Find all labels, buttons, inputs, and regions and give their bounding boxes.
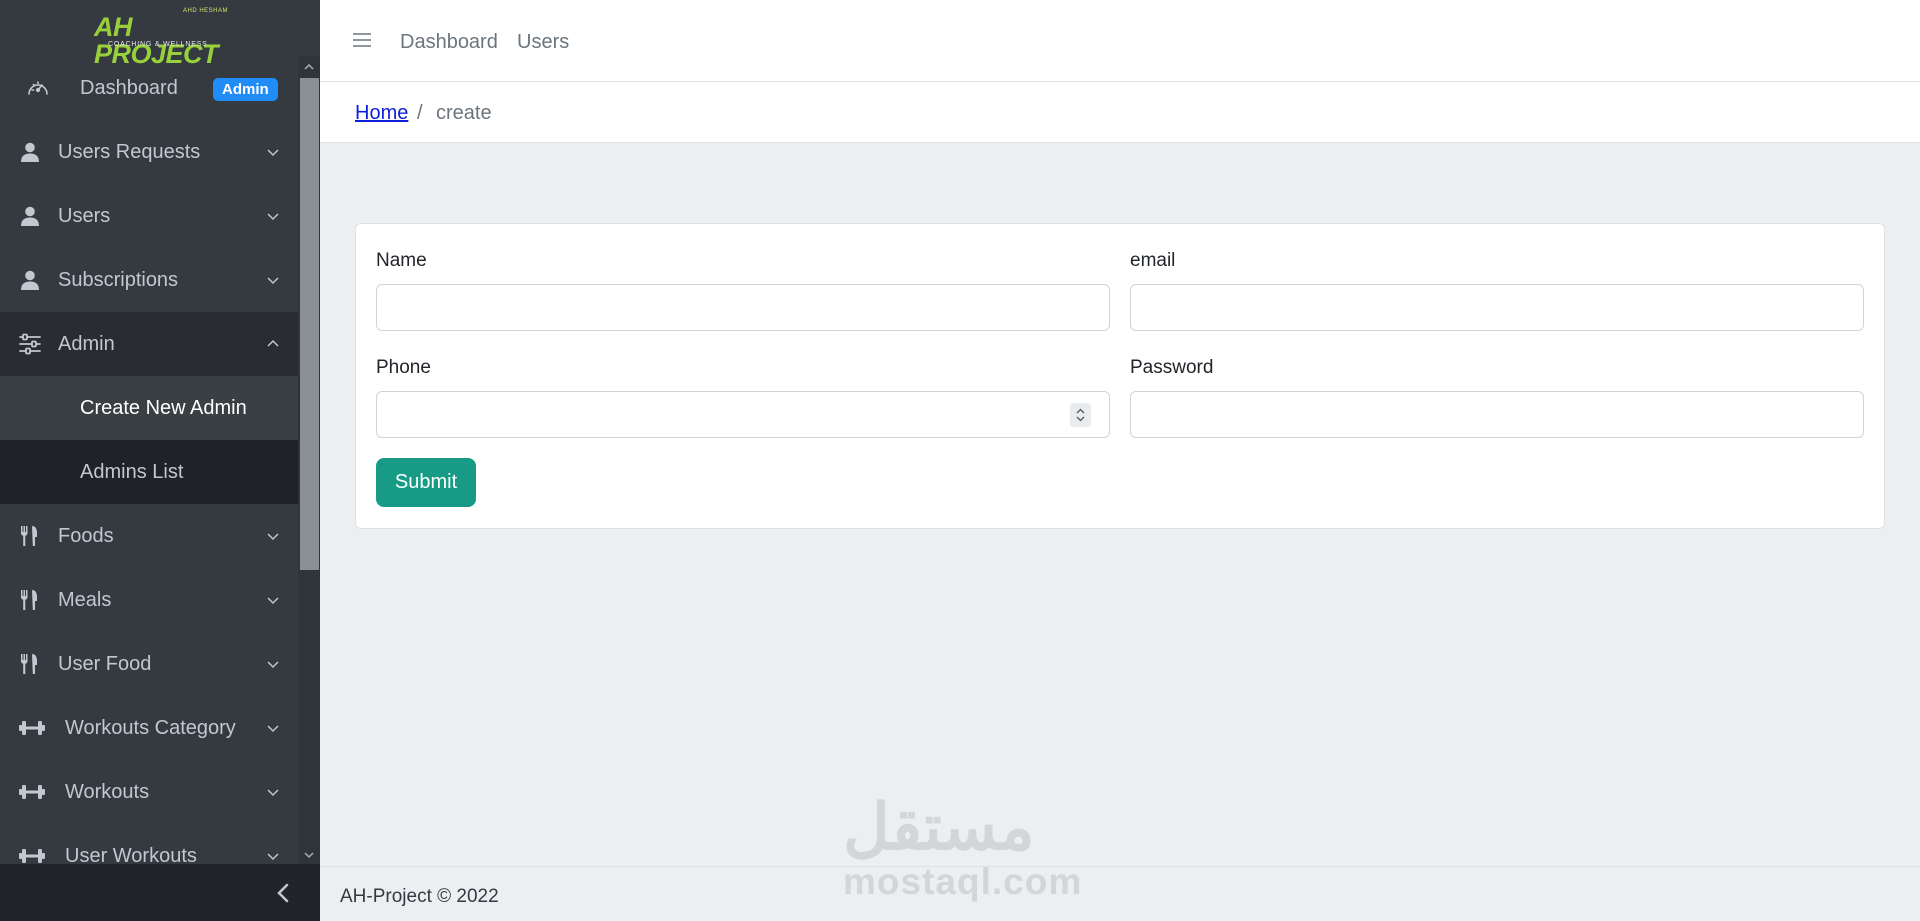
breadcrumb [320, 82, 1920, 143]
create-admin-card [355, 223, 1885, 529]
sidebar-item-subscriptions[interactable]: Subscriptions [0, 248, 298, 312]
password-field[interactable] [1130, 391, 1864, 438]
phone-field[interactable] [376, 391, 1110, 438]
dumbbell-icon [19, 785, 45, 799]
user-icon [21, 270, 39, 290]
breadcrumb-separator: / [417, 102, 423, 124]
brand[interactable]: AHD HESHAM AH PROJECT COACHING & WELLNES… [0, 0, 320, 68]
sidebar-menu: Dashboard Admin Users Requests Users Sub… [0, 56, 298, 864]
sidebar-item-user-food[interactable]: User Food [0, 632, 298, 696]
sidebar-item-label: Subscriptions [58, 268, 179, 291]
sidebar-item-label: Users Requests [58, 140, 201, 163]
email-field[interactable] [1130, 284, 1864, 331]
sidebar-subitem-label: Admins List [80, 460, 184, 483]
dumbbell-icon [19, 849, 45, 863]
sidebar-subitem-label: Create New Admin [80, 396, 247, 419]
sidebar-subitem-create-new-admin[interactable]: Create New Admin [0, 376, 298, 440]
submit-button[interactable]: Submit [376, 458, 476, 507]
sidebar-item-label: Meals [58, 588, 112, 611]
chevron-down-icon [267, 853, 279, 861]
sidebar-item-label: Foods [58, 524, 114, 547]
chevron-up-icon [267, 339, 279, 347]
email-label: email [1130, 250, 1176, 271]
sidebar-item-label: Workouts Category [65, 716, 236, 739]
name-field[interactable] [376, 284, 1110, 331]
sidebar-item-label: Dashboard [80, 76, 178, 99]
sidebar-item-label: User Workouts [65, 844, 197, 865]
brand-sub-text: COACHING & WELLNESS [108, 41, 208, 48]
chevron-down-icon [267, 661, 279, 669]
watermark-latin: mostaql.com [843, 861, 1083, 902]
scroll-down-icon[interactable] [303, 849, 315, 861]
sidebar-item-workouts-category[interactable]: Workouts Category [0, 696, 298, 760]
stepper-arrows-icon [1076, 408, 1085, 422]
admin-badge: Admin [213, 78, 278, 101]
chevron-down-icon [267, 149, 279, 157]
breadcrumb-current: create [436, 102, 492, 124]
name-label: Name [376, 250, 427, 271]
sidebar-scrollbar-thumb[interactable] [300, 78, 319, 570]
sidebar-item-label: User Food [58, 652, 152, 675]
footer [320, 866, 1920, 921]
sidebar-item-user-workouts[interactable]: User Workouts [0, 824, 298, 864]
nav-link-users[interactable]: Users [517, 31, 569, 54]
sidebar-item-foods[interactable]: Foods [0, 504, 298, 568]
utensils-icon [21, 590, 37, 610]
breadcrumb-home-link[interactable]: Home [355, 102, 408, 125]
hamburger-menu-icon[interactable] [353, 32, 371, 48]
sidebar-item-meals[interactable]: Meals [0, 568, 298, 632]
sidebar-item-admin[interactable]: Admin [0, 312, 298, 376]
phone-label: Phone [376, 357, 431, 378]
sidebar-item-workouts[interactable]: Workouts [0, 760, 298, 824]
sidebar-collapse-bar [0, 864, 320, 921]
chevron-down-icon [267, 213, 279, 221]
sidebar-item-dashboard[interactable]: Dashboard Admin [0, 56, 298, 120]
sidebar-item-label: Workouts [65, 780, 150, 803]
utensils-icon [21, 526, 37, 546]
sidebar-item-users-requests[interactable]: Users Requests [0, 120, 298, 184]
sidebar-item-users[interactable]: Users [0, 184, 298, 248]
sliders-icon [19, 333, 41, 355]
footer-copyright: AH-Project © 2022 [340, 886, 499, 907]
chevron-down-icon [267, 725, 279, 733]
user-icon [21, 206, 39, 226]
speedometer-icon [28, 81, 48, 95]
password-label: Password [1130, 357, 1214, 378]
brand-logo[interactable]: AHD HESHAM AH PROJECT COACHING & WELLNES… [94, 8, 228, 68]
chevron-down-icon [267, 789, 279, 797]
scroll-up-icon[interactable] [303, 61, 315, 73]
sidebar: AHD HESHAM AH PROJECT COACHING & WELLNES… [0, 0, 320, 921]
user-icon [21, 142, 39, 162]
sidebar-item-label: Admin [58, 332, 115, 355]
phone-number-stepper[interactable] [1070, 403, 1091, 427]
utensils-icon [21, 654, 37, 674]
sidebar-item-label: Users [58, 204, 111, 227]
dumbbell-icon [19, 721, 45, 735]
chevron-down-icon [267, 533, 279, 541]
chevron-left-icon[interactable] [274, 882, 292, 904]
chevron-down-icon [267, 597, 279, 605]
nav-link-dashboard[interactable]: Dashboard [400, 31, 498, 54]
watermark-arabic: مستقل [843, 791, 1035, 863]
chevron-down-icon [267, 277, 279, 285]
sidebar-subitem-admins-list[interactable]: Admins List [0, 440, 298, 504]
